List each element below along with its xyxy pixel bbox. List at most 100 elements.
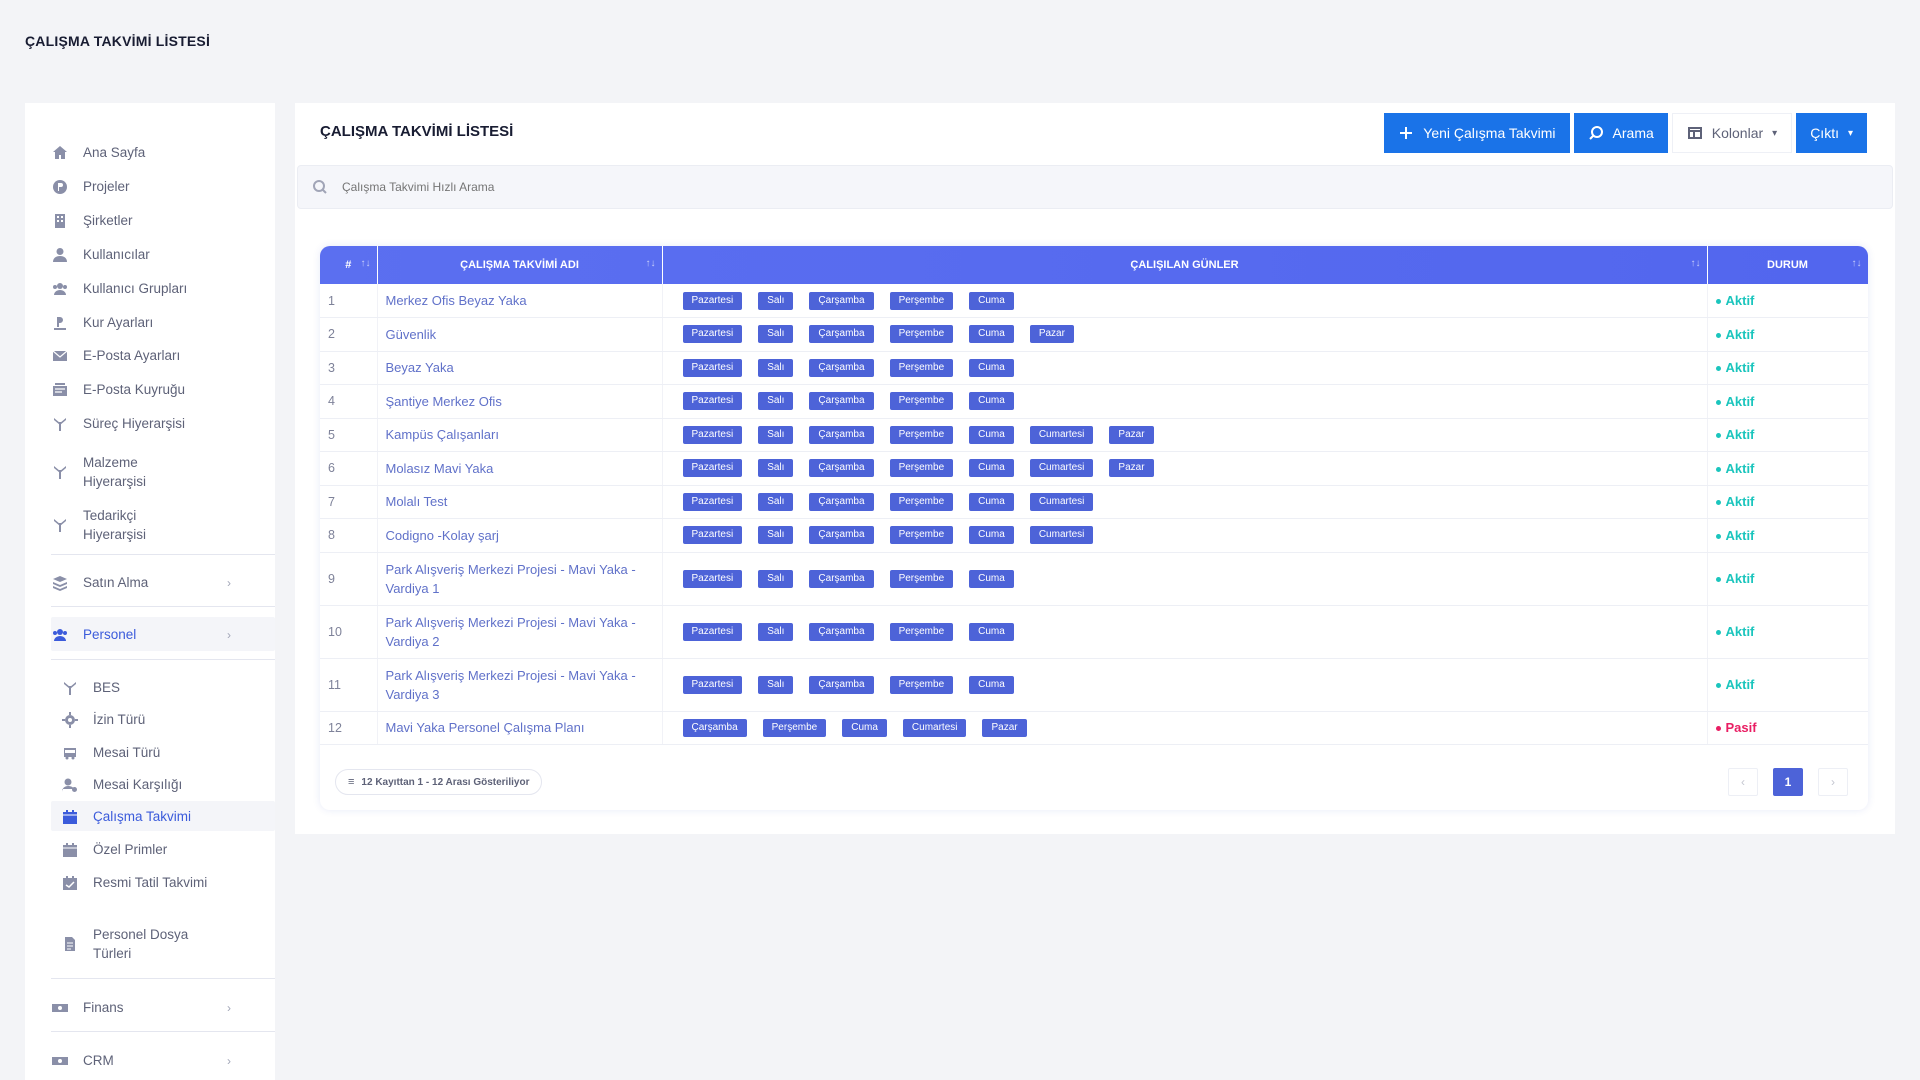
- columns-label: Kolonlar: [1711, 125, 1764, 141]
- sidebar-item-9[interactable]: Malzeme Hiyerarşisi: [51, 453, 251, 491]
- day-badge: Pazartesi: [682, 425, 743, 444]
- sidebar-item-4[interactable]: Kullanıcı Grupları: [51, 279, 251, 298]
- table-row[interactable]: 1 Merkez Ofis Beyaz Yaka Pazartesi Salı Çarş…: [320, 284, 1868, 318]
- sidebar-item-2[interactable]: Şirketler: [51, 211, 251, 230]
- column-header-number[interactable]: # ↑↓: [320, 246, 378, 284]
- day-badge: Pazartesi: [682, 325, 743, 344]
- table-row[interactable]: 3 Beyaz Yaka Pazartesi Salı Çarşamba Perşembe…: [320, 351, 1868, 385]
- table-row[interactable]: 4 Şantiye Merkez Ofis Pazartesi Salı Çarşamb…: [320, 384, 1868, 419]
- day-badge: Pazartesi: [682, 526, 743, 545]
- calendar-name-link[interactable]: Mavi Yaka Personel Çalışma Planı: [377, 711, 663, 745]
- status-text: Aktif: [1725, 624, 1755, 639]
- sidebar-item-label: Finans: [83, 1000, 124, 1015]
- status-dot-icon: [1715, 577, 1721, 583]
- sidebar-sub-item-3[interactable]: Mesai Karşılığı: [61, 775, 261, 794]
- table-row[interactable]: 2 Güvenlik Pazartesi Salı Çarşamba Perşembe Cu…: [320, 317, 1868, 352]
- toolbar: Yeni Çalışma Takvimi Arama Kolonlar ▾ Çı…: [1384, 113, 1867, 153]
- row-number: 6: [320, 451, 378, 486]
- sidebar-group-crm[interactable]: CRM ›: [51, 1051, 251, 1070]
- sidebar-item-6[interactable]: E-Posta Ayarları: [51, 346, 251, 365]
- calendar-name-link[interactable]: Merkez Ofis Beyaz Yaka: [377, 284, 663, 318]
- new-calendar-button[interactable]: Yeni Çalışma Takvimi: [1384, 113, 1570, 153]
- working-days-cell: Pazartesi Salı Çarşamba Perşembe Cuma Cumarte…: [662, 451, 1708, 486]
- quick-search-input[interactable]: [342, 180, 942, 194]
- card-title: ÇALIŞMA TAKVİMİ LİSTESİ: [320, 123, 514, 140]
- status-text: Pasif: [1725, 720, 1757, 736]
- calendar-name-link[interactable]: Codigno -Kolay şarj: [377, 518, 663, 553]
- sidebar-sub-item-7[interactable]: Personel Dosya Türleri: [61, 925, 261, 963]
- calendar-name-link[interactable]: Şantiye Merkez Ofis: [377, 384, 663, 419]
- sidebar-item-label: Özel Primler: [93, 842, 168, 857]
- sidebar-sub-item-5[interactable]: Özel Primler: [61, 840, 261, 859]
- table-row[interactable]: 10 Park Alışveriş Merkezi Projesi - Mavi …: [320, 605, 1868, 659]
- column-header-name[interactable]: ÇALIŞMA TAKVİMİ ADI ↑↓: [377, 246, 663, 284]
- calendar-name-link[interactable]: Beyaz Yaka: [377, 351, 663, 385]
- search-button[interactable]: Arama: [1573, 113, 1668, 153]
- table-row[interactable]: 6 Molasız Mavi Yaka Pazartesi Salı Çarşamba P…: [320, 451, 1868, 486]
- day-badge: Cumartesi: [1029, 526, 1094, 545]
- sidebar-sub-item-4[interactable]: Çalışma Takvimi: [61, 807, 261, 826]
- day-badge: Çarşamba: [809, 392, 874, 411]
- calendar-name-link[interactable]: Molasız Mavi Yaka: [377, 451, 663, 486]
- sidebar-item-5[interactable]: Kur Ayarları: [51, 313, 251, 332]
- sidebar-item-1[interactable]: Projeler: [51, 177, 251, 196]
- sidebar-divider: [51, 554, 275, 555]
- row-number: 1: [320, 284, 378, 318]
- sidebar-item-8[interactable]: Süreç Hiyerarşisi: [51, 414, 251, 433]
- column-header-days[interactable]: ÇALIŞILAN GÜNLER ↑↓: [662, 246, 1708, 284]
- table-row[interactable]: 11 Park Alışveriş Merkezi Projesi - Mavi …: [320, 658, 1868, 712]
- sidebar-group-finans[interactable]: Finans ›: [51, 998, 251, 1017]
- column-header-status[interactable]: DURUM ↑↓: [1707, 246, 1868, 284]
- day-badge: Pazartesi: [682, 675, 743, 694]
- calendar-name-link[interactable]: Güvenlik: [377, 317, 663, 352]
- day-badge: Pazartesi: [682, 392, 743, 411]
- page-button-current[interactable]: 1: [1773, 768, 1803, 796]
- prev-page-button[interactable]: ‹: [1728, 768, 1758, 796]
- day-badge: Pazartesi: [682, 569, 743, 588]
- sidebar-sub-item-2[interactable]: Mesai Türü: [61, 743, 261, 762]
- calendar-name-link[interactable]: Park Alışveriş Merkezi Projesi - Mavi Ya…: [377, 658, 663, 712]
- table-row[interactable]: 5 Kampüs Çalışanları Pazartesi Salı Çarşamba…: [320, 418, 1868, 452]
- calendar-name-link[interactable]: Kampüs Çalışanları: [377, 418, 663, 452]
- sidebar-item-7[interactable]: E-Posta Kuyruğu: [51, 380, 251, 399]
- sidebar-sub-item-0[interactable]: BES: [61, 678, 261, 697]
- working-days-cell: Çarşamba Perşembe Cuma Cumartesi Pazar: [662, 711, 1708, 745]
- status-dot-icon: [1715, 630, 1721, 636]
- status-dot-icon: [1715, 466, 1721, 472]
- day-badge: Perşembe: [889, 425, 954, 444]
- status-badge: Aktif: [1707, 605, 1868, 659]
- sidebar-group-satin-alma[interactable]: Satın Alma ›: [51, 573, 251, 592]
- sidebar-item-0[interactable]: Ana Sayfa: [51, 143, 251, 162]
- status-text: Aktif: [1725, 427, 1755, 443]
- table-row[interactable]: 8 Codigno -Kolay şarj Pazartesi Salı Çarşamb…: [320, 518, 1868, 553]
- sidebar-item-label: Şirketler: [83, 213, 133, 228]
- search-button-label: Arama: [1612, 125, 1654, 141]
- calendar-name-link[interactable]: Park Alışveriş Merkezi Projesi - Mavi Ya…: [377, 605, 663, 659]
- status-text: Aktif: [1725, 460, 1755, 476]
- working-days-cell: Pazartesi Salı Çarşamba Perşembe Cuma Cumarte…: [662, 418, 1708, 452]
- people-icon: [51, 626, 69, 644]
- row-number: 3: [320, 351, 378, 385]
- sidebar-item-3[interactable]: Kullanıcılar: [51, 245, 251, 264]
- sidebar-item-label: Kullanıcı Grupları: [83, 281, 188, 296]
- sidebar-sub-item-1[interactable]: İzin Türü: [61, 710, 261, 729]
- output-dropdown[interactable]: Çıktı ▾: [1796, 113, 1867, 153]
- day-badge: Pazar: [1109, 425, 1154, 444]
- working-days-cell: Pazartesi Salı Çarşamba Perşembe Cuma Cumarte…: [662, 485, 1708, 519]
- table-row[interactable]: 12 Mavi Yaka Personel Çalışma Planı Çarşam…: [320, 711, 1868, 745]
- day-badge: Çarşamba: [809, 291, 874, 310]
- table-row[interactable]: 9 Park Alışveriş Merkezi Projesi - Mavi Y…: [320, 552, 1868, 606]
- sidebar-sub-item-6[interactable]: Resmi Tatil Takvimi: [61, 873, 261, 892]
- sidebar-item-10[interactable]: Tedarikçi Hiyerarşisi: [51, 506, 251, 544]
- pagination: ‹ 1 ›: [1728, 768, 1848, 796]
- table-row[interactable]: 7 Molalı Test Pazartesi Salı Çarşamba Perşemb…: [320, 485, 1868, 519]
- columns-dropdown[interactable]: Kolonlar ▾: [1671, 113, 1793, 153]
- next-page-button[interactable]: ›: [1818, 768, 1848, 796]
- status-badge: Aktif: [1707, 552, 1868, 606]
- currency-icon: [51, 314, 69, 332]
- calendar-name-link[interactable]: Molalı Test: [377, 485, 663, 519]
- sidebar-item-label: Mesai Türü: [93, 745, 161, 760]
- day-badge: Perşembe: [889, 622, 954, 641]
- sidebar-group-personel[interactable]: Personel ›: [51, 625, 251, 644]
- calendar-name-link[interactable]: Park Alışveriş Merkezi Projesi - Mavi Ya…: [377, 552, 663, 606]
